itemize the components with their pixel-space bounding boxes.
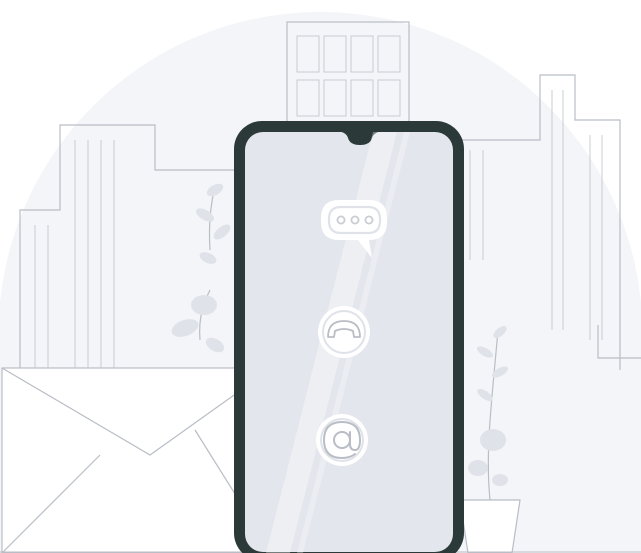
phone-handset-icon [318, 306, 370, 358]
at-sign-icon [316, 414, 368, 466]
contact-illustration [0, 11, 641, 553]
envelope [1, 367, 273, 553]
